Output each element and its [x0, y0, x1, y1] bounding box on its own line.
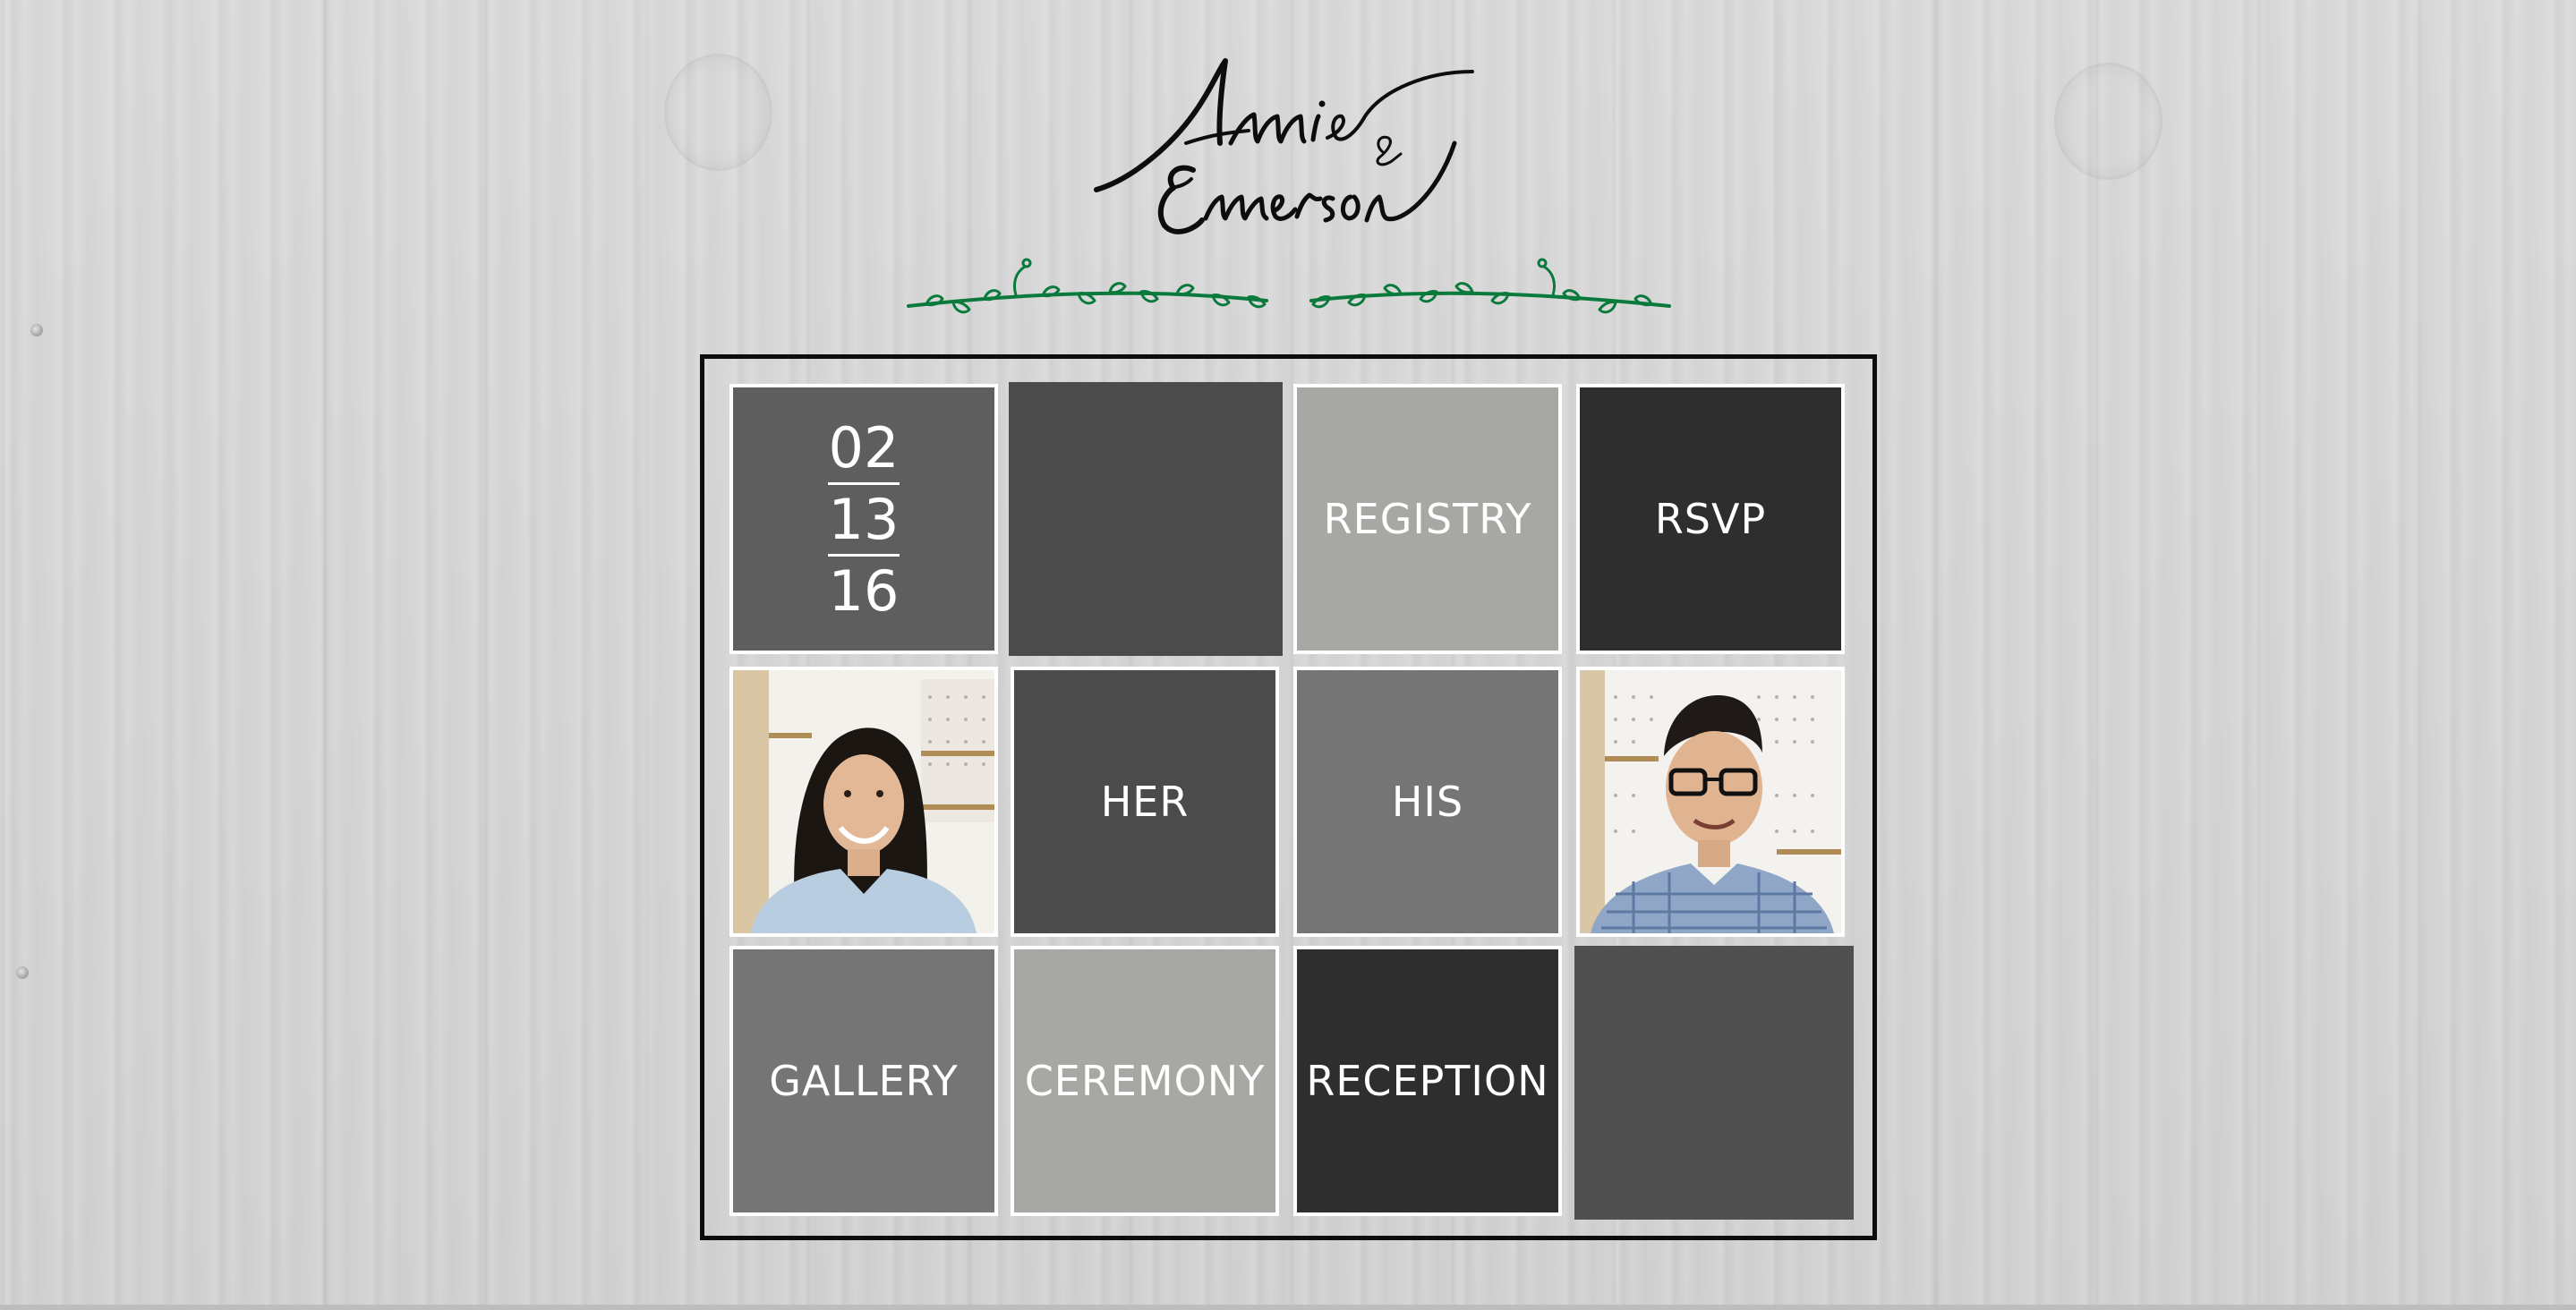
registry-tile[interactable]: REGISTRY	[1293, 384, 1562, 654]
ceremony-tile[interactable]: CEREMONY	[1011, 946, 1279, 1216]
bride-photo[interactable]	[729, 667, 998, 937]
vine-garland-ornament	[900, 251, 1678, 322]
nail-head	[30, 324, 43, 336]
date-month: 02	[828, 414, 900, 481]
wood-knot	[2054, 63, 2162, 180]
tile-grid-frame: 02 13 16 REGISTRY RSVP HER HIS GALLERY C…	[700, 354, 1877, 1240]
reception-tile[interactable]: RECEPTION	[1293, 946, 1562, 1216]
her-tile[interactable]: HER	[1011, 667, 1279, 937]
blank-tile	[1574, 946, 1854, 1220]
page-bottom-edge	[0, 1305, 2576, 1310]
ceremony-label: CEREMONY	[1024, 1057, 1266, 1105]
rsvp-tile[interactable]: RSVP	[1576, 384, 1845, 654]
blank-tile	[1009, 382, 1283, 656]
gallery-label: GALLERY	[769, 1057, 959, 1105]
registry-label: REGISTRY	[1323, 495, 1532, 543]
date-tile: 02 13 16	[729, 384, 998, 654]
date-year: 16	[828, 557, 900, 624]
rsvp-label: RSVP	[1654, 495, 1767, 543]
date-day: 13	[828, 486, 900, 552]
his-tile[interactable]: HIS	[1293, 667, 1562, 937]
gallery-tile[interactable]: GALLERY	[729, 946, 998, 1216]
groom-photo[interactable]	[1576, 667, 1845, 937]
reception-label: RECEPTION	[1306, 1057, 1549, 1105]
nail-head	[16, 966, 29, 979]
his-label: HIS	[1391, 778, 1464, 826]
wedding-date: 02 13 16	[828, 413, 900, 625]
couple-names-logo[interactable]	[1079, 45, 1490, 251]
her-label: HER	[1100, 778, 1190, 826]
wood-knot	[664, 54, 772, 171]
